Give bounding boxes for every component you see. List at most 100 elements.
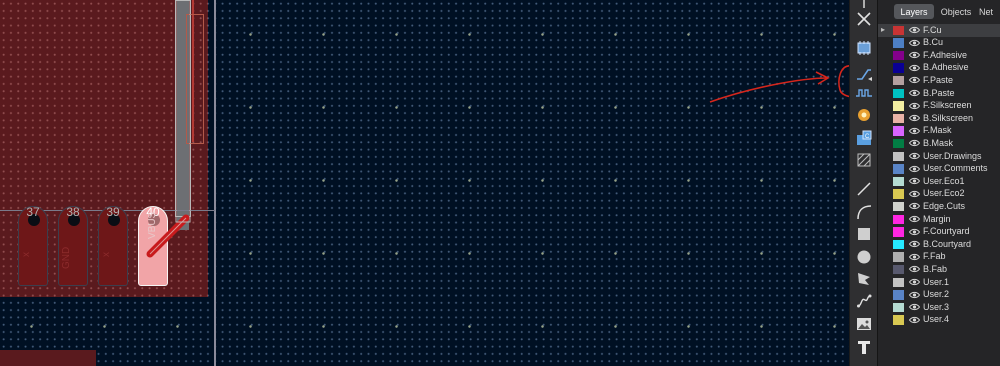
layer-name: User.4 xyxy=(923,314,950,325)
layer-color-swatch[interactable] xyxy=(893,277,904,287)
layer-row[interactable]: User.Eco2 xyxy=(878,188,1000,201)
pcb-editor-window: 37 x 38 GND 39 x 40 VBUS C Layers Object… xyxy=(0,0,1000,366)
layer-name: B.Courtyard xyxy=(923,238,972,249)
layer-row[interactable]: Margin xyxy=(878,213,1000,226)
draw-arc-tool[interactable] xyxy=(853,201,875,223)
layer-name: F.Adhesive xyxy=(923,49,968,60)
layer-row[interactable]: User.Comments xyxy=(878,163,1000,176)
eye-icon[interactable] xyxy=(909,102,920,110)
eye-icon[interactable] xyxy=(909,177,920,185)
eye-icon[interactable] xyxy=(909,114,920,122)
draw-polygon-icon xyxy=(858,273,870,285)
eye-icon[interactable] xyxy=(909,127,920,135)
layer-row[interactable]: B.Silkscreen xyxy=(878,112,1000,125)
layer-row[interactable]: B.Adhesive xyxy=(878,62,1000,75)
layer-row[interactable]: ▸ F.Cu xyxy=(878,24,1000,37)
layer-color-swatch[interactable] xyxy=(893,227,904,237)
layer-color-swatch[interactable] xyxy=(893,302,904,313)
add-text-tool[interactable] xyxy=(853,336,875,358)
layer-row[interactable]: User.3 xyxy=(878,301,1000,314)
add-zone-tool[interactable]: C xyxy=(853,127,875,149)
eye-icon[interactable] xyxy=(909,165,920,173)
tune-length-tool[interactable] xyxy=(853,82,875,104)
draw-circle-tool[interactable] xyxy=(853,246,875,268)
eye-icon[interactable] xyxy=(909,139,920,147)
layer-color-swatch[interactable] xyxy=(893,126,904,136)
layer-color-swatch[interactable] xyxy=(893,151,904,161)
eye-icon[interactable] xyxy=(909,152,920,160)
layer-color-swatch[interactable] xyxy=(893,88,904,98)
tab-layers[interactable]: Layers xyxy=(894,4,934,19)
layer-name: B.Paste xyxy=(923,87,955,98)
layer-name: User.3 xyxy=(923,301,950,312)
eye-icon[interactable] xyxy=(909,64,920,72)
add-footprint-tool[interactable] xyxy=(853,37,875,59)
eye-icon[interactable] xyxy=(909,89,920,97)
eye-icon[interactable] xyxy=(909,202,920,210)
draw-line-tool[interactable] xyxy=(853,178,875,200)
draw-circle-icon xyxy=(857,250,871,264)
layer-row[interactable]: B.Cu xyxy=(878,37,1000,50)
draw-polygon-tool[interactable] xyxy=(853,268,875,290)
layer-row[interactable]: User.4 xyxy=(878,314,1000,327)
no-connect-tool[interactable] xyxy=(853,8,875,30)
layer-row[interactable]: B.Mask xyxy=(878,137,1000,150)
layer-color-swatch[interactable] xyxy=(893,113,904,124)
layer-row[interactable]: User.2 xyxy=(878,289,1000,302)
layer-color-swatch[interactable] xyxy=(893,101,904,111)
draw-rectangle-tool[interactable] xyxy=(853,223,875,245)
pcb-canvas[interactable]: 37 x 38 GND 39 x 40 VBUS xyxy=(0,0,849,366)
layer-row[interactable]: B.Fab xyxy=(878,263,1000,276)
layer-color-swatch[interactable] xyxy=(893,138,904,149)
layer-color-swatch[interactable] xyxy=(893,75,904,86)
add-via-tool[interactable] xyxy=(853,104,875,126)
eye-icon[interactable] xyxy=(909,265,920,273)
eye-icon[interactable] xyxy=(909,253,920,261)
tab-nets[interactable]: Net xyxy=(979,4,1000,19)
layer-row[interactable]: F.Silkscreen xyxy=(878,100,1000,113)
eye-icon[interactable] xyxy=(909,76,920,84)
layer-color-swatch[interactable] xyxy=(893,290,904,300)
layer-color-swatch[interactable] xyxy=(893,164,904,174)
eye-icon[interactable] xyxy=(909,190,920,198)
layer-color-swatch[interactable] xyxy=(893,214,904,224)
layer-color-swatch[interactable] xyxy=(893,201,904,212)
eye-icon[interactable] xyxy=(909,26,920,34)
layer-row[interactable]: F.Adhesive xyxy=(878,49,1000,62)
eye-icon[interactable] xyxy=(909,51,920,59)
layer-color-swatch[interactable] xyxy=(893,315,904,325)
rule-area-tool[interactable] xyxy=(853,149,875,171)
layer-row[interactable]: F.Paste xyxy=(878,74,1000,87)
active-layer-marker: ▸ xyxy=(881,25,886,34)
add-image-tool[interactable] xyxy=(853,313,875,335)
layer-row[interactable]: User.Eco1 xyxy=(878,175,1000,188)
layer-row[interactable]: User.1 xyxy=(878,276,1000,289)
layer-color-swatch[interactable] xyxy=(893,239,904,250)
eye-icon[interactable] xyxy=(909,291,920,299)
layer-color-swatch[interactable] xyxy=(893,189,904,199)
layer-row[interactable]: F.Mask xyxy=(878,125,1000,138)
eye-icon[interactable] xyxy=(909,215,920,223)
layer-color-swatch[interactable] xyxy=(893,25,904,35)
layer-color-swatch[interactable] xyxy=(893,38,904,48)
eye-icon[interactable] xyxy=(909,240,920,248)
layer-row[interactable]: F.Courtyard xyxy=(878,226,1000,239)
layer-color-swatch[interactable] xyxy=(893,176,904,187)
layer-row[interactable]: F.Fab xyxy=(878,251,1000,264)
eye-icon[interactable] xyxy=(909,278,920,286)
eye-icon[interactable] xyxy=(909,303,920,311)
layer-color-swatch[interactable] xyxy=(893,264,904,275)
layer-color-swatch[interactable] xyxy=(893,63,904,73)
layer-row[interactable]: B.Courtyard xyxy=(878,238,1000,251)
layer-color-swatch[interactable] xyxy=(893,252,904,262)
layer-row[interactable]: B.Paste xyxy=(878,87,1000,100)
add-via-icon xyxy=(858,109,870,121)
layer-color-swatch[interactable] xyxy=(893,50,904,61)
layer-row[interactable]: Edge.Cuts xyxy=(878,200,1000,213)
tab-objects[interactable]: Objects xyxy=(936,4,976,19)
eye-icon[interactable] xyxy=(909,316,920,324)
draw-bezier-tool[interactable] xyxy=(853,290,875,312)
eye-icon[interactable] xyxy=(909,39,920,47)
layer-row[interactable]: User.Drawings xyxy=(878,150,1000,163)
eye-icon[interactable] xyxy=(909,228,920,236)
